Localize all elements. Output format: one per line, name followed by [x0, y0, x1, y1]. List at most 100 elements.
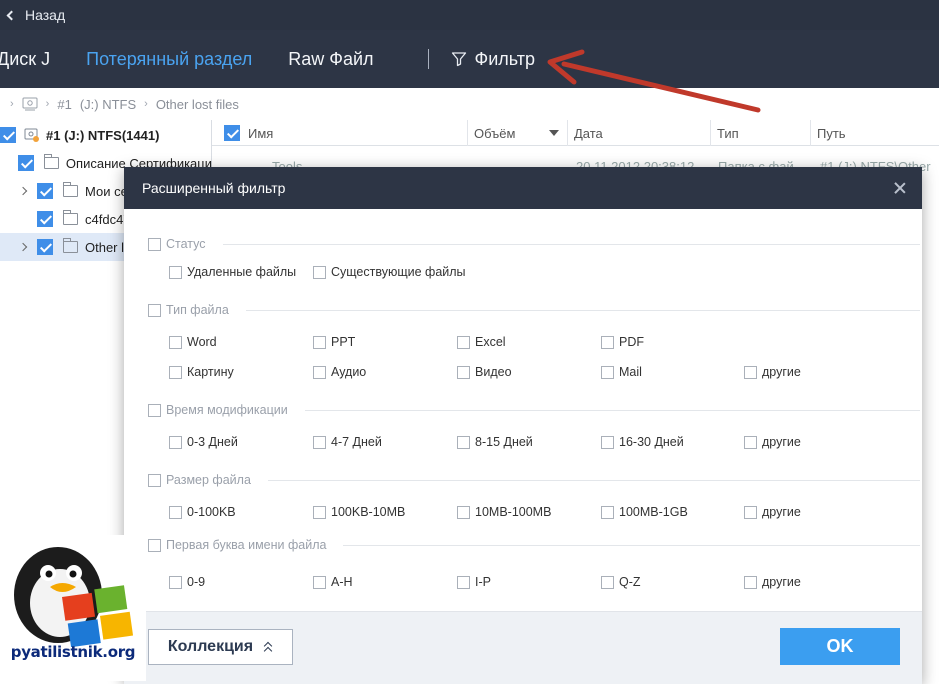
option-video[interactable]: Видео — [457, 365, 512, 379]
expand-arrow-icon[interactable] — [18, 242, 27, 252]
option-size-100kb-10mb[interactable]: 100KB-10MB — [313, 505, 405, 519]
option-label: Удаленные файлы — [187, 265, 297, 279]
column-name[interactable]: Имя — [212, 120, 468, 146]
checkbox[interactable] — [601, 575, 614, 589]
dialog-title: Расширенный фильтр — [142, 180, 286, 196]
nav-divider — [427, 49, 429, 69]
option-16-30-days[interactable]: 16-30 Дней — [601, 435, 684, 449]
option-letter-i-p[interactable]: I-P — [457, 575, 491, 589]
option-other-letter[interactable]: другие — [744, 575, 801, 589]
select-all-checkbox[interactable] — [224, 125, 240, 141]
checkbox[interactable] — [601, 365, 614, 379]
section-title: Первая буква имени файла — [166, 538, 327, 552]
column-name-label: Имя — [248, 125, 274, 141]
option-word[interactable]: Word — [169, 335, 217, 349]
option-deleted-files[interactable]: Удаленные файлы — [169, 265, 296, 279]
column-type[interactable]: Тип — [711, 120, 811, 146]
checkbox[interactable] — [457, 365, 470, 379]
checkbox[interactable] — [457, 335, 470, 349]
filter-label: Фильтр — [474, 48, 535, 69]
tree-item-checkbox[interactable] — [17, 155, 34, 171]
checkbox[interactable] — [457, 435, 470, 449]
divider — [304, 409, 920, 411]
option-letter-a-h[interactable]: A-H — [313, 575, 353, 589]
mod-time-checkbox[interactable] — [148, 403, 161, 417]
option-size-100mb-1gb[interactable]: 100MB-1GB — [601, 505, 688, 519]
checkbox[interactable] — [169, 265, 182, 279]
option-4-7-days[interactable]: 4-7 Дней — [313, 435, 382, 449]
checkbox[interactable] — [744, 365, 757, 379]
checkbox[interactable] — [744, 575, 757, 589]
checkbox[interactable] — [313, 365, 326, 379]
column-date[interactable]: Дата — [568, 120, 711, 146]
option-label: 0-100KB — [187, 505, 236, 519]
penguin-logo-icon — [14, 547, 134, 648]
tree-item-checkbox[interactable] — [37, 239, 53, 255]
tree-root[interactable]: #1 (J:) NTFS(1441) — [0, 121, 212, 149]
tab-raw-file[interactable]: Raw Файл — [288, 49, 373, 70]
breadcrumb-item[interactable]: Other lost files — [156, 97, 239, 112]
option-other-time[interactable]: другие — [744, 435, 801, 449]
option-pictures[interactable]: Картину — [169, 365, 234, 379]
checkbox[interactable] — [457, 575, 470, 589]
option-size-0-100kb[interactable]: 0-100KB — [169, 505, 236, 519]
checkbox[interactable] — [313, 435, 326, 449]
option-label: Q-Z — [619, 575, 641, 589]
dialog-footer: Коллекция OK — [124, 611, 922, 684]
option-letter-q-z[interactable]: Q-Z — [601, 575, 641, 589]
tab-disk-j[interactable]: Диск J — [0, 49, 50, 70]
checkbox[interactable] — [744, 435, 757, 449]
option-other-types[interactable]: другие — [744, 365, 801, 379]
section-title: Статус — [166, 237, 206, 251]
breadcrumb-item[interactable]: (J:) NTFS — [80, 97, 136, 112]
checkbox[interactable] — [313, 335, 326, 349]
tab-lost-partition[interactable]: Потерянный раздел — [86, 49, 252, 70]
checkbox[interactable] — [169, 505, 182, 519]
checkbox[interactable] — [313, 505, 326, 519]
checkbox[interactable] — [457, 505, 470, 519]
option-8-15-days[interactable]: 8-15 Дней — [457, 435, 533, 449]
column-size[interactable]: Объём — [468, 120, 568, 146]
collection-button[interactable]: Коллекция — [148, 629, 293, 665]
first-letter-checkbox[interactable] — [148, 538, 161, 552]
breadcrumb-item[interactable]: #1 — [57, 97, 71, 112]
title-bar: Назад — [0, 0, 939, 30]
option-size-10mb-100mb[interactable]: 10MB-100MB — [457, 505, 551, 519]
checkbox[interactable] — [601, 505, 614, 519]
expand-arrow-icon[interactable] — [18, 186, 27, 196]
file-type-checkbox[interactable] — [148, 303, 161, 317]
back-button[interactable]: Назад — [0, 7, 65, 23]
option-label: Excel — [475, 335, 506, 349]
tree-item-checkbox[interactable] — [37, 183, 53, 199]
folder-icon — [63, 238, 78, 253]
tree-item-checkbox[interactable] — [37, 211, 53, 227]
checkbox[interactable] — [169, 575, 182, 589]
checkbox[interactable] — [601, 435, 614, 449]
option-mail[interactable]: Mail — [601, 365, 642, 379]
option-label: 16-30 Дней — [619, 435, 684, 449]
tree-root-checkbox[interactable] — [0, 127, 16, 143]
status-checkbox[interactable] — [148, 237, 161, 251]
option-pdf[interactable]: PDF — [601, 335, 644, 349]
checkbox[interactable] — [601, 335, 614, 349]
option-letter-0-9[interactable]: 0-9 — [169, 575, 205, 589]
checkbox[interactable] — [313, 575, 326, 589]
ok-button[interactable]: OK — [780, 628, 900, 665]
funnel-icon — [451, 52, 466, 67]
checkbox[interactable] — [169, 335, 182, 349]
checkbox[interactable] — [744, 505, 757, 519]
close-icon[interactable] — [894, 182, 906, 194]
option-excel[interactable]: Excel — [457, 335, 506, 349]
option-existing-files[interactable]: Существующие файлы — [313, 265, 466, 279]
divider — [245, 309, 920, 311]
option-ppt[interactable]: PPT — [313, 335, 355, 349]
checkbox[interactable] — [313, 265, 326, 279]
checkbox[interactable] — [169, 365, 182, 379]
checkbox[interactable] — [169, 435, 182, 449]
option-audio[interactable]: Аудио — [313, 365, 366, 379]
option-other-size[interactable]: другие — [744, 505, 801, 519]
option-0-3-days[interactable]: 0-3 Дней — [169, 435, 238, 449]
file-size-checkbox[interactable] — [148, 473, 161, 487]
column-path[interactable]: Путь — [811, 120, 939, 146]
filter-button[interactable]: Фильтр — [451, 49, 535, 70]
